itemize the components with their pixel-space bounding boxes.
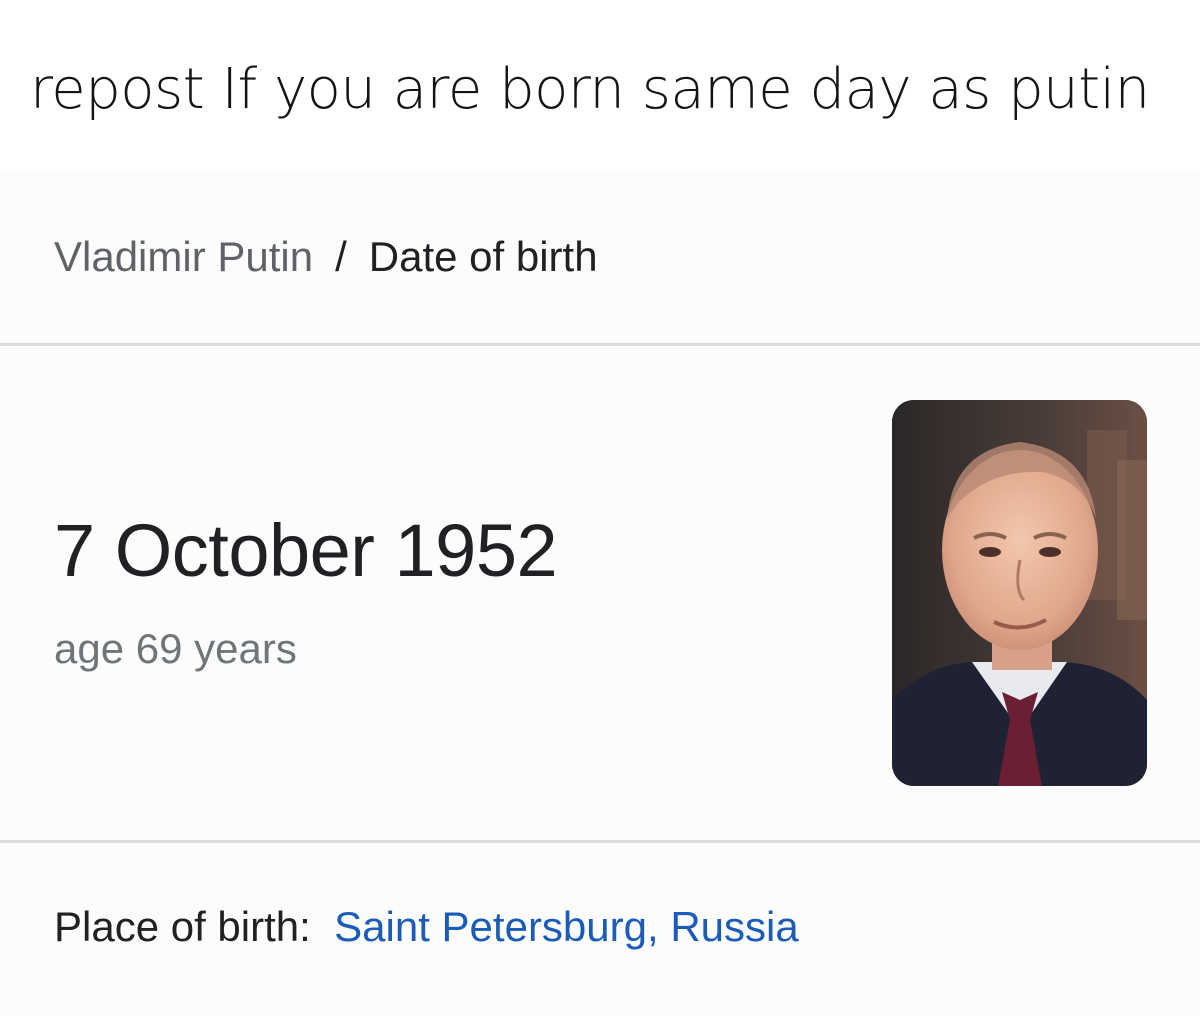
breadcrumb-current: Date of birth: [368, 233, 598, 280]
meme-caption-area: repost If you are born same day as putin: [0, 0, 1200, 170]
breadcrumb-separator: /: [335, 233, 347, 280]
answer-date: 7 October 1952: [54, 509, 558, 592]
divider: [0, 343, 1200, 346]
place-of-birth: Place of birth: Saint Petersburg, Russia: [54, 906, 799, 948]
answer-age: age 69 years: [54, 625, 297, 672]
breadcrumb: Vladimir Putin / Date of birth: [54, 236, 598, 278]
search-knowledge-card: Vladimir Putin / Date of birth 7 October…: [0, 170, 1200, 1016]
meme-caption: repost If you are born same day as putin: [30, 57, 1150, 122]
person-portrait-icon: [892, 400, 1147, 786]
place-of-birth-link[interactable]: Saint Petersburg, Russia: [334, 903, 799, 950]
place-of-birth-label: Place of birth:: [54, 903, 323, 950]
person-photo[interactable]: [892, 400, 1147, 786]
breadcrumb-parent-link[interactable]: Vladimir Putin: [54, 236, 313, 278]
divider: [0, 840, 1200, 843]
